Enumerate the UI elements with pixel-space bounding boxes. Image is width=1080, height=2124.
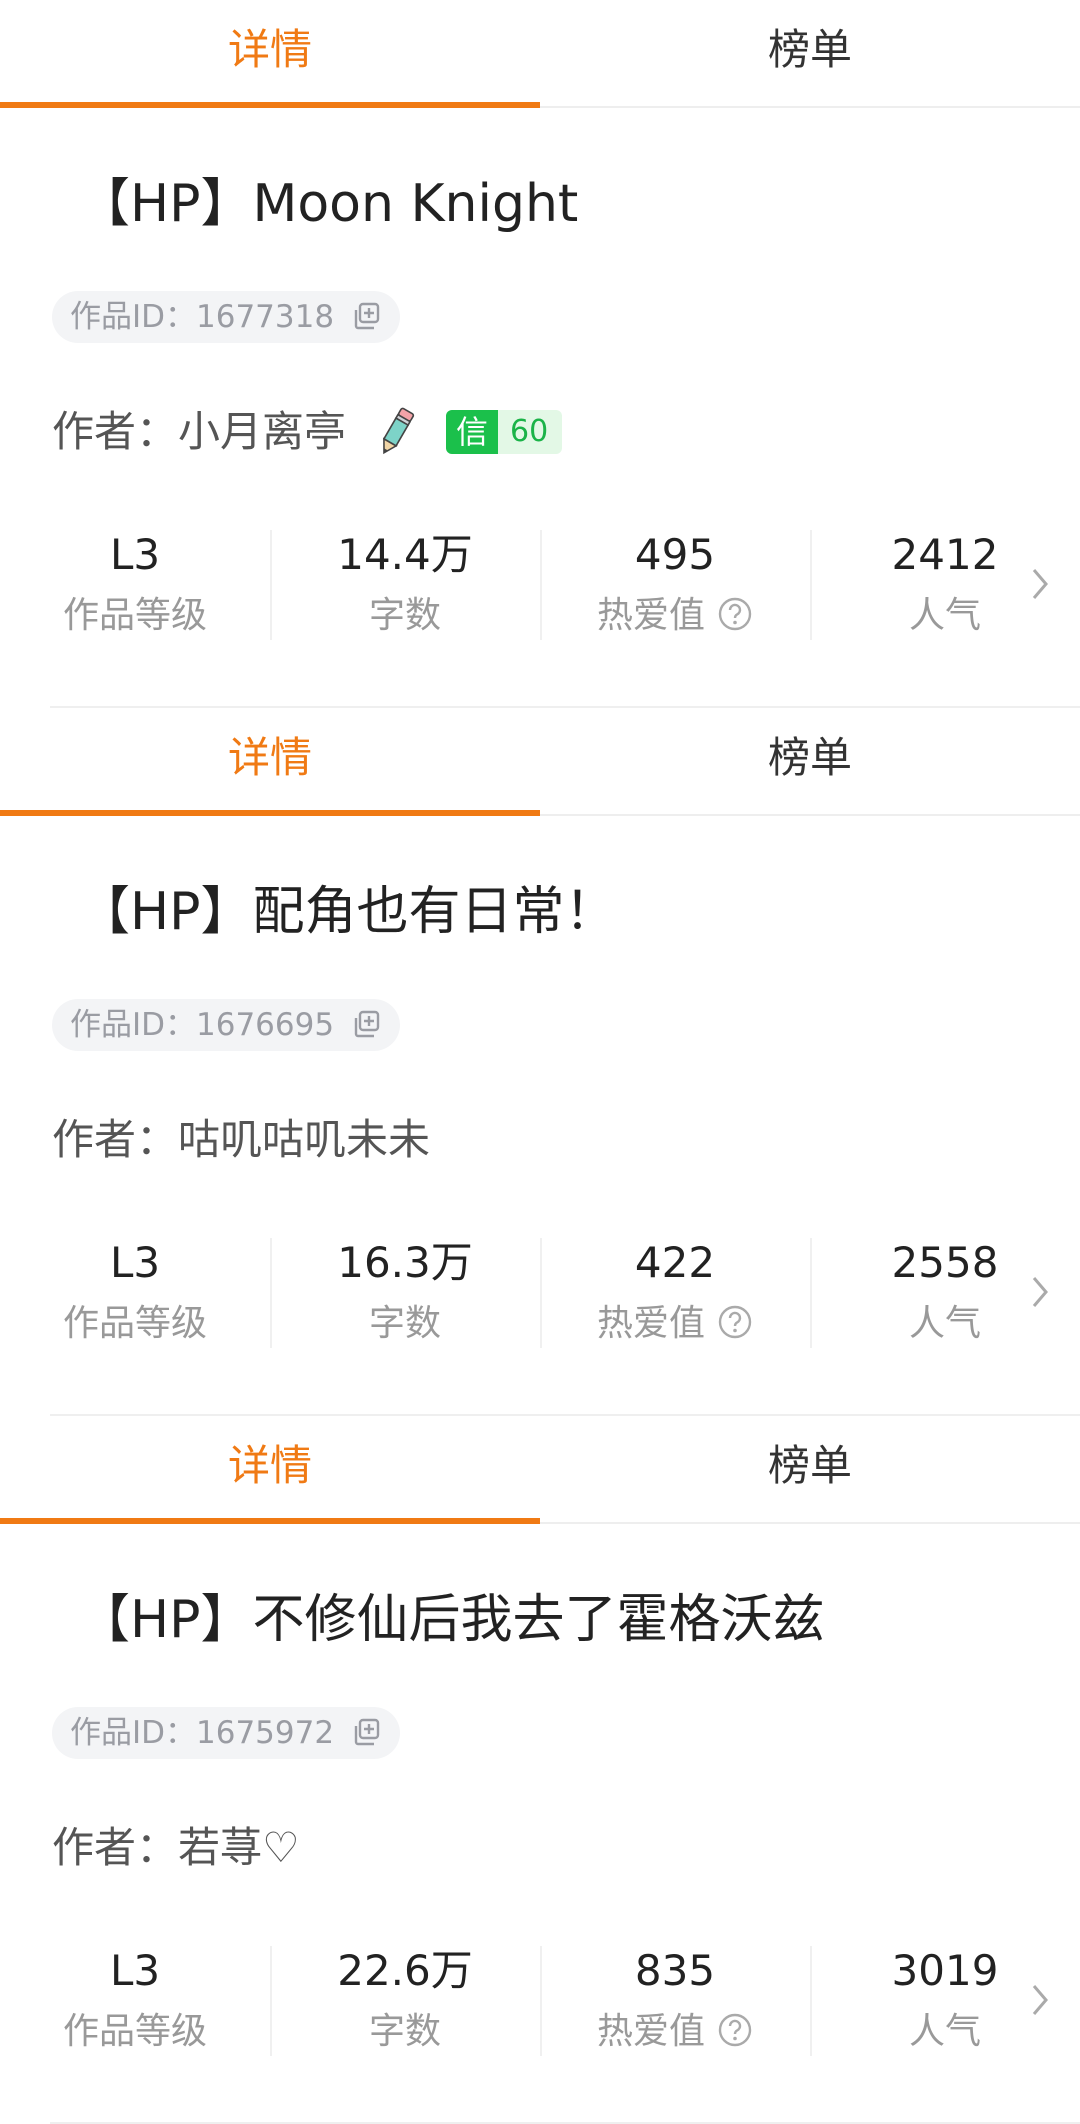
work-card: 详情 榜单 【HP】配角也有日常！ 作品ID：1676695 作者： 咕叽咕叽未未…	[0, 708, 1080, 1416]
active-tab-indicator	[0, 1518, 540, 1524]
trust-badge[interactable]: 信 60	[446, 410, 563, 454]
tab-ranking[interactable]: 榜单	[540, 1416, 1080, 1522]
stats-row[interactable]: L3 作品等级 22.6万 字数 835 热爱值 3019 人气	[0, 1946, 1080, 2056]
work-id-value: 1676695	[196, 1007, 335, 1043]
work-id-value: 1675972	[196, 1715, 335, 1751]
author-row[interactable]: 作者： 若荨♡	[52, 1818, 300, 1878]
author-name[interactable]: 咕叽咕叽未未	[178, 1110, 430, 1170]
work-title: 【HP】Moon Knight	[78, 174, 579, 234]
stat-words: 16.3万 字数	[270, 1238, 540, 1348]
stat-level: L3 作品等级	[0, 530, 270, 640]
work-title: 【HP】不修仙后我去了霍格沃兹	[78, 1590, 825, 1650]
author-row[interactable]: 作者： 咕叽咕叽未未	[52, 1110, 430, 1170]
author-name[interactable]: 小月离亭	[178, 402, 346, 462]
stat-love-label-row: 热爱值	[540, 592, 810, 640]
work-id-pill[interactable]: 作品ID：1677318	[52, 291, 400, 343]
stat-words-label: 字数	[368, 595, 441, 636]
tab-bar: 详情 榜单	[0, 708, 1080, 816]
stat-words-label: 字数	[368, 1303, 441, 1344]
trust-score: 60	[510, 414, 549, 449]
stat-words-value: 16.3万	[337, 1238, 473, 1287]
tab-detail[interactable]: 详情	[0, 708, 540, 814]
help-icon[interactable]	[717, 596, 753, 632]
work-id-label: 作品ID：	[70, 299, 197, 335]
active-tab-indicator	[0, 810, 540, 816]
work-id-label: 作品ID：	[70, 1007, 197, 1043]
pencil-icon	[382, 407, 415, 455]
author-name[interactable]: 若荨♡	[178, 1818, 300, 1878]
stat-love-label: 热爱值	[596, 1303, 705, 1344]
tab-ranking[interactable]: 榜单	[540, 0, 1080, 106]
stat-words-value: 22.6万	[337, 1946, 473, 1995]
stat-level: L3 作品等级	[0, 1238, 270, 1348]
work-id-value: 1677318	[196, 299, 335, 335]
copy-icon[interactable]	[350, 1008, 382, 1040]
work-id-label: 作品ID：	[70, 1715, 197, 1751]
stat-love: 495 热爱值	[540, 530, 810, 640]
tab-bar: 详情 榜单	[0, 1416, 1080, 1524]
stat-love-label-row: 热爱值	[540, 2008, 810, 2056]
stat-words: 14.4万 字数	[270, 530, 540, 640]
author-label: 作者：	[52, 407, 179, 456]
stat-love-value: 422	[634, 1238, 716, 1287]
stat-level-label: 作品等级	[62, 2011, 207, 2052]
stat-love-value: 495	[634, 530, 716, 579]
copy-icon[interactable]	[350, 1716, 382, 1748]
tab-detail[interactable]: 详情	[0, 0, 540, 106]
stat-love-value: 835	[634, 1946, 716, 1995]
author-row[interactable]: 作者： 小月离亭 信 60	[52, 402, 563, 462]
chevron-right-icon[interactable]	[1030, 566, 1050, 602]
stat-love-label: 热爱值	[596, 2011, 705, 2052]
help-icon[interactable]	[717, 2012, 753, 2048]
stat-love: 422 热爱值	[540, 1238, 810, 1348]
stats-row[interactable]: L3 作品等级 16.3万 字数 422 热爱值 2558 人气	[0, 1238, 1080, 1348]
work-card: 详情 榜单 【HP】不修仙后我去了霍格沃兹 作品ID：1675972 作者： 若荨…	[0, 1416, 1080, 2124]
author-label: 作者：	[52, 1823, 179, 1872]
stat-level-value: L3	[109, 1238, 161, 1287]
work-title: 【HP】配角也有日常！	[78, 882, 617, 942]
chevron-right-icon[interactable]	[1030, 1982, 1050, 2018]
copy-icon[interactable]	[350, 300, 382, 332]
stat-level-value: L3	[109, 530, 161, 579]
tab-bar: 详情 榜单	[0, 0, 1080, 108]
work-id-pill[interactable]: 作品ID：1676695	[52, 999, 400, 1051]
stat-level: L3 作品等级	[0, 1946, 270, 2056]
stat-words-value: 14.4万	[337, 530, 473, 579]
tab-ranking[interactable]: 榜单	[540, 708, 1080, 814]
stat-words: 22.6万 字数	[270, 1946, 540, 2056]
stat-level-label: 作品等级	[62, 595, 207, 636]
chevron-right-icon[interactable]	[1030, 1274, 1050, 1310]
stat-level-label: 作品等级	[62, 1303, 207, 1344]
stat-love-label: 热爱值	[596, 595, 705, 636]
author-label: 作者：	[52, 1115, 179, 1164]
stat-words-label: 字数	[368, 2011, 441, 2052]
stat-love: 835 热爱值	[540, 1946, 810, 2056]
stat-love-label-row: 热爱值	[540, 1300, 810, 1348]
tab-detail[interactable]: 详情	[0, 1416, 540, 1522]
work-card: 详情 榜单 【HP】Moon Knight 作品ID：1677318 作者： 小月…	[0, 0, 1080, 708]
trust-icon: 信	[446, 410, 499, 454]
help-icon[interactable]	[717, 1304, 753, 1340]
work-id-pill[interactable]: 作品ID：1675972	[52, 1707, 400, 1759]
stats-row[interactable]: L3 作品等级 14.4万 字数 495 热爱值 2412 人气	[0, 530, 1080, 640]
stat-level-value: L3	[109, 1946, 161, 1995]
active-tab-indicator	[0, 102, 540, 108]
